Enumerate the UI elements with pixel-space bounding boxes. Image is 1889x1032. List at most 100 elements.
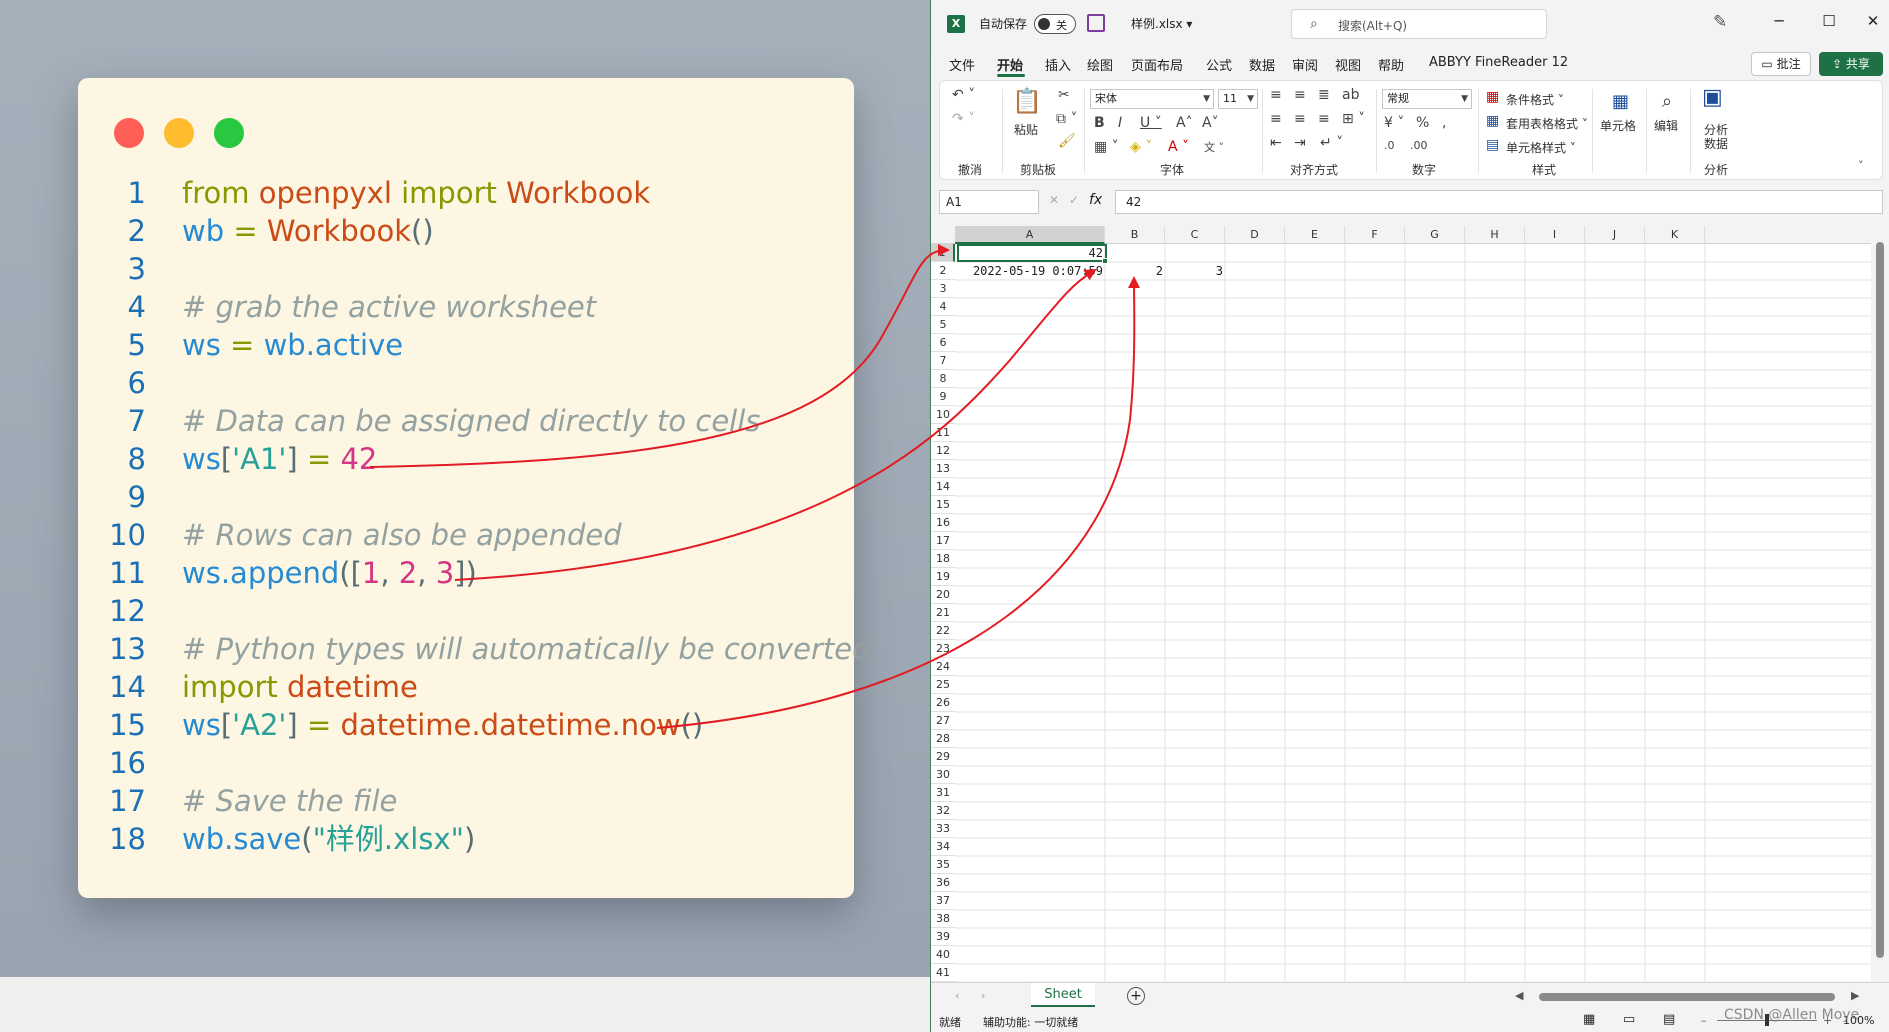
vertical-scrollbar[interactable] xyxy=(1871,226,1889,982)
tab-formulas[interactable]: 公式 xyxy=(1206,55,1232,74)
column-header-d[interactable]: D xyxy=(1225,226,1285,244)
redo-icon[interactable]: ↷ ˅ xyxy=(952,111,975,127)
status-accessibility[interactable]: 辅助功能: 一切就绪 xyxy=(983,1014,1078,1030)
cell-c2[interactable]: 3 xyxy=(1165,262,1225,280)
row-header[interactable]: 5 xyxy=(931,316,955,334)
column-header-a[interactable]: A xyxy=(955,226,1105,244)
fill-color-icon[interactable]: ◈ ˅ xyxy=(1130,139,1152,155)
shrink-font-icon[interactable]: A˅ xyxy=(1202,115,1219,131)
grow-font-icon[interactable]: A˄ xyxy=(1176,115,1193,131)
font-color-icon[interactable]: A ˅ xyxy=(1168,139,1189,155)
align-top-icon[interactable]: ≡ xyxy=(1270,87,1282,103)
wrap-icon[interactable]: ↵ ˅ xyxy=(1320,135,1343,151)
search-input[interactable]: ⌕ 搜索(Alt+Q) xyxy=(1291,9,1547,39)
row-header[interactable]: 32 xyxy=(931,802,955,820)
row-header[interactable]: 34 xyxy=(931,838,955,856)
increase-decimal-icon[interactable]: .0 xyxy=(1384,139,1395,152)
comma-icon[interactable]: , xyxy=(1442,115,1446,131)
pen-icon[interactable]: ✎ xyxy=(1713,12,1727,32)
currency-icon[interactable]: ¥ ˅ xyxy=(1384,115,1404,131)
tab-review[interactable]: 审阅 xyxy=(1292,55,1318,74)
row-header[interactable]: 4 xyxy=(931,298,955,316)
table-format-button[interactable]: 套用表格格式 ˅ xyxy=(1506,115,1588,132)
tab-home[interactable]: 开始 xyxy=(997,55,1023,74)
analyze-label-2[interactable]: 数据 xyxy=(1704,135,1728,152)
row-header[interactable]: 33 xyxy=(931,820,955,838)
row-header[interactable]: 10 xyxy=(931,406,955,424)
formula-input[interactable]: 42 xyxy=(1115,190,1883,214)
fill-handle[interactable] xyxy=(1102,258,1108,264)
tab-abbyy[interactable]: ABBYY FineReader 12 xyxy=(1429,55,1568,70)
align-center-icon[interactable]: ≡ xyxy=(1294,111,1306,127)
row-header[interactable]: 6 xyxy=(931,334,955,352)
vertical-scroll-thumb[interactable] xyxy=(1876,242,1884,958)
file-name[interactable]: 样例.xlsx ▾ xyxy=(1131,15,1192,32)
column-header-c[interactable]: C xyxy=(1165,226,1225,244)
row-header[interactable]: 7 xyxy=(931,352,955,370)
row-header[interactable]: 41 xyxy=(931,964,955,982)
indent-icon[interactable]: ⇥ xyxy=(1294,135,1306,151)
share-button[interactable]: ⇪ 共享 xyxy=(1819,52,1883,76)
page-layout-view-icon[interactable]: ▭ xyxy=(1623,1012,1635,1027)
fx-icon[interactable]: fx xyxy=(1089,192,1102,208)
row-header[interactable]: 23 xyxy=(931,640,955,658)
tab-page-layout[interactable]: 页面布局 xyxy=(1131,55,1183,74)
column-header-k[interactable]: K xyxy=(1645,226,1705,244)
row-header[interactable]: 9 xyxy=(931,388,955,406)
row-header[interactable]: 29 xyxy=(931,748,955,766)
outdent-icon[interactable]: ⇤ xyxy=(1270,135,1282,151)
borders-icon[interactable]: ▦ ˅ xyxy=(1094,139,1119,155)
cut-icon[interactable]: ✂ xyxy=(1058,87,1070,103)
row-header[interactable]: 1 xyxy=(931,244,955,262)
enter-icon[interactable]: ✓ xyxy=(1069,193,1079,207)
normal-view-icon[interactable]: ▦ xyxy=(1583,1012,1595,1027)
conditional-format-icon[interactable]: ▦ xyxy=(1486,89,1499,105)
font-name-select[interactable]: 宋体 ▼ xyxy=(1090,89,1214,109)
column-header-g[interactable]: G xyxy=(1405,226,1465,244)
cell-a2[interactable]: 2022-05-19 0:07:59 xyxy=(955,262,1105,280)
align-left-icon[interactable]: ≡ xyxy=(1270,111,1282,127)
bold-icon[interactable]: B xyxy=(1094,115,1105,131)
row-header[interactable]: 20 xyxy=(931,586,955,604)
row-header[interactable]: 25 xyxy=(931,676,955,694)
page-break-view-icon[interactable]: ▤ xyxy=(1663,1012,1675,1027)
horizontal-scroll-thumb[interactable] xyxy=(1539,993,1835,1001)
close-button[interactable]: ✕ xyxy=(1853,12,1889,30)
zoom-out-icon[interactable]: – xyxy=(1701,1014,1707,1027)
column-header-i[interactable]: I xyxy=(1525,226,1585,244)
row-header[interactable]: 31 xyxy=(931,784,955,802)
row-header[interactable]: 40 xyxy=(931,946,955,964)
scroll-right-icon[interactable]: ▶ xyxy=(1851,989,1859,1002)
row-header[interactable]: 28 xyxy=(931,730,955,748)
orientation-icon[interactable]: ab xyxy=(1342,87,1359,103)
column-header-h[interactable]: H xyxy=(1465,226,1525,244)
name-box[interactable]: A1 xyxy=(939,190,1039,214)
decrease-decimal-icon[interactable]: .00 xyxy=(1410,139,1428,152)
row-header[interactable]: 3 xyxy=(931,280,955,298)
italic-icon[interactable]: I xyxy=(1118,115,1122,131)
row-header[interactable]: 37 xyxy=(931,892,955,910)
maximize-button[interactable]: ☐ xyxy=(1809,12,1849,30)
tab-view[interactable]: 视图 xyxy=(1335,55,1361,74)
row-header[interactable]: 2 xyxy=(931,262,955,280)
find-icon[interactable]: ⌕ xyxy=(1662,91,1672,112)
phonetic-icon[interactable]: 文 ˅ xyxy=(1204,139,1224,155)
row-header[interactable]: 21 xyxy=(931,604,955,622)
cells-icon[interactable]: ▦ xyxy=(1612,91,1629,112)
row-header[interactable]: 16 xyxy=(931,514,955,532)
prev-sheet-icon[interactable]: ‹ xyxy=(955,989,959,1002)
underline-icon[interactable]: U ˅ xyxy=(1140,115,1162,131)
percent-icon[interactable]: % xyxy=(1416,115,1429,131)
conditional-format-button[interactable]: 条件格式 ˅ xyxy=(1506,91,1564,108)
format-painter-icon[interactable]: 🖌 xyxy=(1058,133,1076,149)
row-header[interactable]: 11 xyxy=(931,424,955,442)
row-header[interactable]: 8 xyxy=(931,370,955,388)
row-header[interactable]: 30 xyxy=(931,766,955,784)
cancel-icon[interactable]: ✕ xyxy=(1049,193,1059,207)
tab-file[interactable]: 文件 xyxy=(949,55,975,74)
row-header[interactable]: 14 xyxy=(931,478,955,496)
table-format-icon[interactable]: ▦ xyxy=(1486,113,1499,129)
row-header[interactable]: 17 xyxy=(931,532,955,550)
cells-button[interactable]: 单元格 xyxy=(1600,117,1636,134)
comments-button[interactable]: ▭ 批注 xyxy=(1751,52,1811,76)
